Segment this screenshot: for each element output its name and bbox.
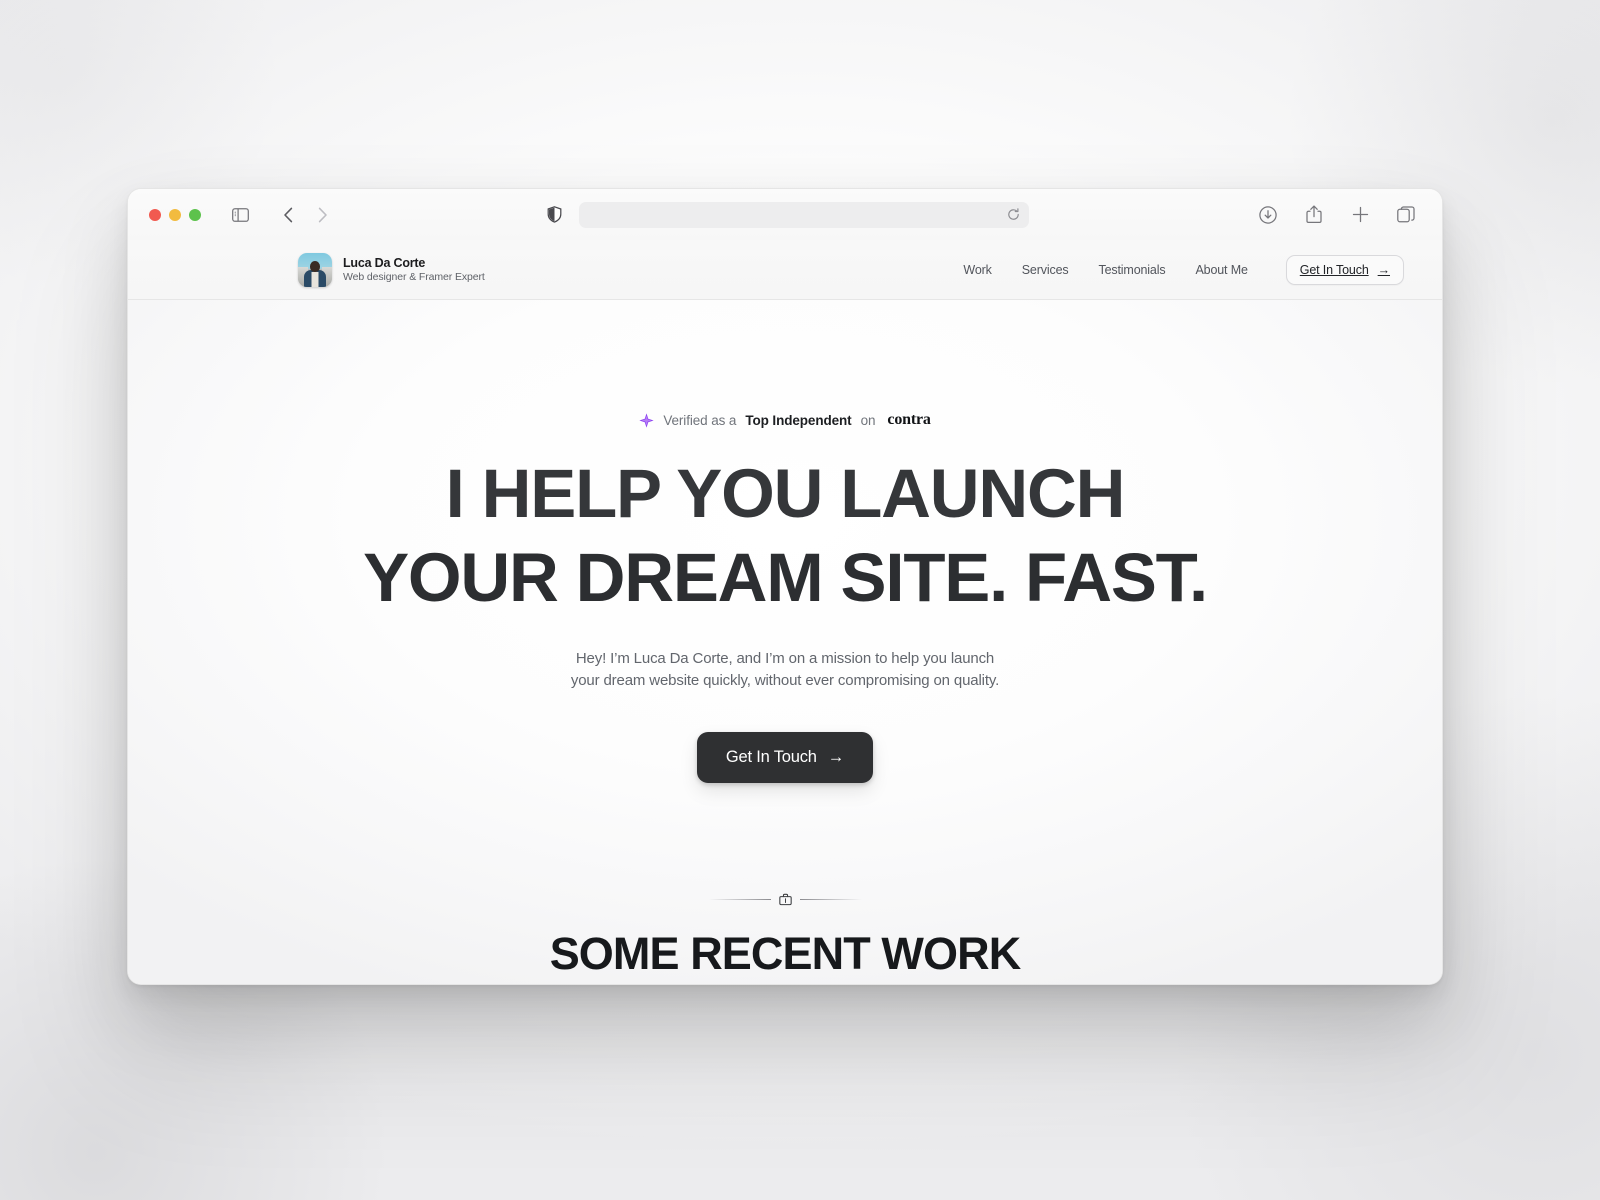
headline-line-1: I HELP YOU LAUNCH <box>445 454 1126 532</box>
hero-cta-container: Get In Touch → <box>128 732 1442 784</box>
brand-role: Web designer & Framer Expert <box>343 270 485 283</box>
minimize-window-button[interactable] <box>169 208 181 221</box>
section-divider <box>128 893 1442 906</box>
divider-rule-right <box>799 899 862 901</box>
browser-toolbar <box>128 189 1442 240</box>
avatar-person-hair <box>310 261 320 273</box>
nav-item-testimonials[interactable]: Testimonials <box>1098 263 1165 277</box>
brand-text: Luca Da Corte Web designer & Framer Expe… <box>343 256 485 283</box>
page-content: Verified as a Top Independent on contra … <box>128 300 1442 984</box>
subheading-line-2: your dream website quickly, without ever… <box>570 672 1000 690</box>
privacy-shield-icon[interactable] <box>541 202 567 228</box>
browser-window: Luca Da Corte Web designer & Framer Expe… <box>127 188 1443 985</box>
verified-prefix: Verified as a <box>663 412 737 428</box>
plus-icon[interactable] <box>1347 202 1373 228</box>
hero-subheading: Hey! I’m Luca Da Corte, and I’m on a mis… <box>128 648 1442 692</box>
divider-rule-left <box>708 899 771 901</box>
verified-badge: Verified as a Top Independent on contra <box>639 411 931 429</box>
verified-connector: on <box>860 412 876 428</box>
reload-icon[interactable] <box>1007 208 1020 221</box>
sparkle-icon <box>639 412 654 428</box>
desktop-backdrop: Luca Da Corte Web designer & Framer Expe… <box>0 0 1600 1200</box>
window-controls <box>149 208 201 221</box>
verified-highlight: Top Independent <box>745 412 852 428</box>
share-icon[interactable] <box>1301 202 1327 228</box>
brand-logo[interactable]: Luca Da Corte Web designer & Framer Expe… <box>298 252 485 287</box>
navigation-arrows <box>275 202 335 228</box>
recent-work-section: SOME RECENT WORK <box>128 893 1442 980</box>
subheading-line-1: Hey! I’m Luca Da Corte, and I’m on a mis… <box>575 649 995 667</box>
recent-work-title: SOME RECENT WORK <box>549 928 1022 980</box>
hero-section: Verified as a Top Independent on contra … <box>128 300 1442 784</box>
brand-name: Luca Da Corte <box>343 255 426 270</box>
hero-cta-label: Get In Touch <box>725 748 817 767</box>
sidebar-toggle-icon[interactable] <box>227 202 253 228</box>
site-header: Luca Da Corte Web designer & Framer Expe… <box>128 240 1442 300</box>
toolbar-right-actions <box>1255 202 1425 228</box>
tab-overview-icon[interactable] <box>1393 202 1419 228</box>
avatar <box>298 252 332 287</box>
avatar-person-shirt <box>311 272 319 287</box>
maximize-window-button[interactable] <box>189 208 201 221</box>
hero-get-in-touch-button[interactable]: Get In Touch → <box>696 732 874 784</box>
contra-logo: contra <box>887 411 931 428</box>
headline-line-2: YOUR DREAM SITE. FAST. <box>363 538 1208 616</box>
address-bar[interactable] <box>579 201 1029 228</box>
downloads-icon[interactable] <box>1255 202 1281 228</box>
close-window-button[interactable] <box>149 208 161 221</box>
site-navigation: Work Services Testimonials About Me Get … <box>963 254 1404 285</box>
header-get-in-touch-button[interactable]: Get In Touch → <box>1285 254 1404 285</box>
nav-item-services[interactable]: Services <box>1022 263 1069 277</box>
arrow-right-icon: → <box>1377 262 1391 277</box>
nav-item-about-me[interactable]: About Me <box>1195 263 1247 277</box>
nav-item-work[interactable]: Work <box>963 263 991 277</box>
forward-arrow-icon[interactable] <box>309 202 335 228</box>
arrow-right-icon: → <box>827 748 845 767</box>
header-cta-label: Get In Touch <box>1299 262 1369 277</box>
briefcase-icon <box>778 893 792 906</box>
back-arrow-icon[interactable] <box>275 202 301 228</box>
page-title: I HELP YOU LAUNCH YOUR DREAM SITE. FAST. <box>128 452 1442 620</box>
